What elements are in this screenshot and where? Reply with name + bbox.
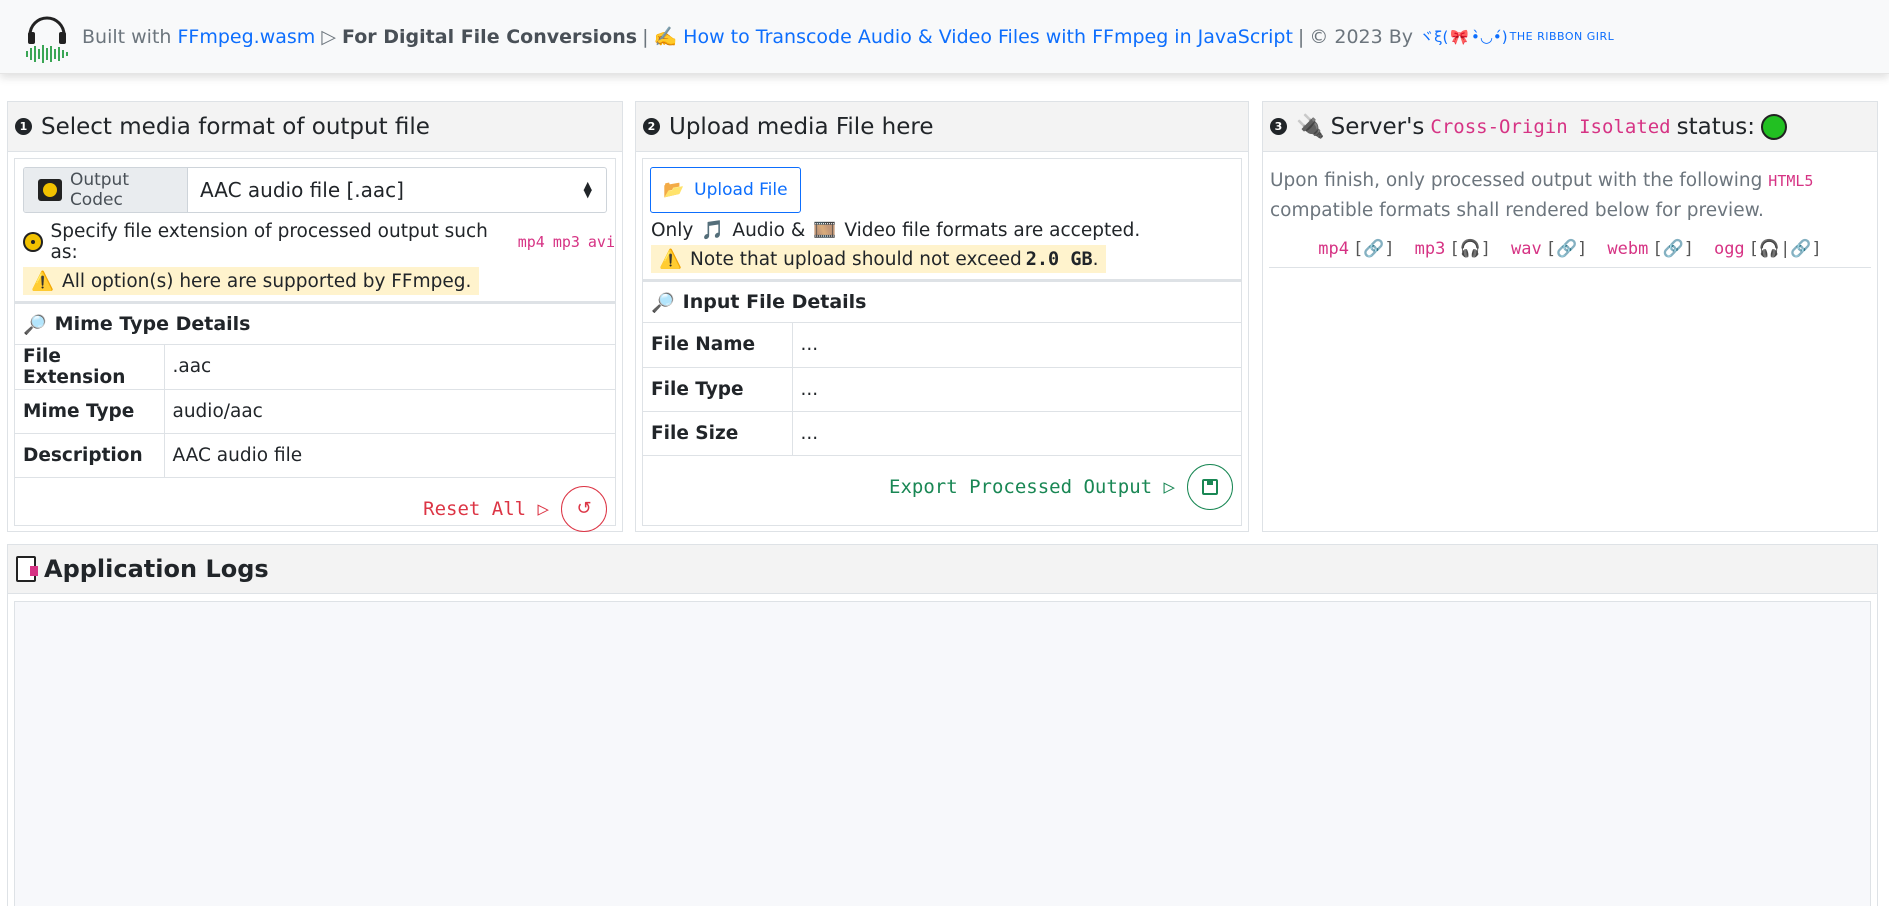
output-format-panel: 1 Select media format of output file Out…	[7, 101, 623, 532]
document-icon	[16, 556, 38, 582]
support-note: ⚠️ All option(s) here are supported by F…	[23, 267, 480, 295]
output-codec-select-group: Output Codec AAC audio file [.aac] ▲ ▼	[23, 167, 607, 213]
row-value: audio/aac	[164, 389, 615, 434]
film-icon: 🎞️	[813, 220, 837, 241]
format-list: mp4 [🔗] mp3 [🎧] wav [🔗] webm [🔗] ogg [🎧|…	[1269, 225, 1871, 268]
table-row: File Extension .aac	[15, 345, 615, 390]
preview-panel: 3 🔌 Server's Cross-Origin Isolated statu…	[1262, 101, 1878, 532]
format-item: ogg [🎧|🔗]	[1713, 239, 1822, 259]
row-key: File Extension	[15, 345, 165, 390]
format-item: mp4 [🔗]	[1318, 239, 1395, 259]
export-row: Export Processed Output ▷	[643, 456, 1241, 518]
table-row: File Type ...	[643, 367, 1241, 412]
format-item: wav [🔗]	[1511, 239, 1588, 259]
status-indicator	[1761, 113, 1788, 140]
output-format-card: Output Codec AAC audio file [.aac] ▲ ▼ Sp…	[14, 158, 616, 532]
ext-example: avi	[587, 233, 615, 251]
panel-header: 1 Select media format of output file	[8, 102, 622, 152]
upload-card: 📂 Upload File Only 🎵 Audio & 🎞️ Video fi…	[642, 158, 1242, 526]
row-value: ...	[792, 367, 1241, 412]
input-details-table: File Name ... File Type ... File Size ..…	[643, 323, 1241, 456]
extension-hint: Specify file extension of processed outp…	[15, 221, 615, 263]
reset-button[interactable]: ↺	[561, 485, 607, 532]
preview-description: Upon finish, only processed output with …	[1270, 170, 1814, 221]
accepted-formats-text: Only 🎵 Audio & 🎞️ Video file formats are…	[651, 219, 1141, 242]
arrow-glyph: ▷	[321, 25, 336, 48]
author-link[interactable]: ヾξ( 🎀 •̀◡•́) THE RIBBON GIRL	[1419, 26, 1614, 47]
built-with-text: Built with	[82, 25, 172, 48]
author-kaomoji-end: •̀◡•́)	[1470, 27, 1508, 46]
save-icon	[1202, 478, 1218, 495]
row-value: ...	[792, 411, 1241, 456]
table-row: File Name ...	[643, 323, 1241, 368]
step-number-badge: 2	[643, 118, 660, 135]
pencil-icon: ✍️	[653, 26, 678, 48]
logs-title: Application Logs	[44, 555, 269, 583]
tagline-text: For Digital File Conversions	[342, 25, 638, 48]
top-bar: Built with FFmpeg.wasm ▷ For Digital Fil…	[0, 0, 1889, 74]
ffmpeg-wasm-link[interactable]: FFmpeg.wasm	[177, 26, 315, 48]
folder-icon: 📂	[663, 180, 685, 200]
row-value: .aac	[164, 345, 615, 390]
panel-title: Select media format of output file	[41, 113, 430, 140]
bullet-dot-icon	[23, 232, 43, 252]
panel-header: 2 Upload media File here	[636, 102, 1248, 152]
table-row: Mime Type audio/aac	[15, 389, 615, 434]
warning-icon: ⚠️	[31, 271, 55, 292]
html5-code: HTML5	[1768, 172, 1814, 190]
author-kaomoji-start: ヾξ(	[1419, 28, 1449, 46]
selected-codec: AAC audio file [.aac]	[200, 178, 404, 202]
warning-icon: ⚠️	[659, 249, 683, 270]
music-note-icon: 🎵	[701, 220, 725, 241]
application-logs-panel: Application Logs	[7, 544, 1878, 906]
ribbon-icon: 🎀	[1450, 27, 1469, 46]
logs-output-area[interactable]	[14, 601, 1871, 906]
row-value: AAC audio file	[164, 433, 615, 478]
article-link[interactable]: How to Transcode Audio & Video Files wit…	[683, 26, 1293, 48]
table-row: File Size ...	[643, 411, 1241, 456]
format-item: webm [🔗]	[1607, 239, 1694, 259]
upload-panel: 2 Upload media File here 📂 Upload File O…	[635, 101, 1249, 532]
upload-file-button[interactable]: 📂 Upload File	[650, 167, 801, 213]
row-key: File Type	[643, 367, 793, 412]
export-output-label[interactable]: Export Processed Output ▷	[889, 476, 1175, 498]
reset-row: Reset All ▷ ↺	[15, 478, 615, 540]
output-codec-select[interactable]: AAC audio file [.aac] ▲ ▼	[188, 168, 606, 212]
table-row: Description AAC audio file	[15, 433, 615, 478]
cross-origin-code: Cross-Origin Isolated	[1430, 115, 1671, 138]
row-key: File Size	[643, 411, 793, 456]
magnifier-icon: 🔎	[651, 291, 675, 314]
panel-title: Upload media File here	[669, 113, 934, 140]
panel-header: 3 🔌 Server's Cross-Origin Isolated statu…	[1263, 102, 1877, 152]
row-key: File Name	[643, 323, 793, 368]
magnifier-icon: 🔎	[23, 313, 47, 336]
input-details-heading: 🔎 Input File Details	[643, 279, 1241, 323]
row-key: Description	[15, 433, 165, 478]
output-codec-label: Output Codec	[24, 168, 188, 212]
select-arrows-icon: ▲ ▼	[583, 179, 592, 200]
row-value: ...	[792, 323, 1241, 368]
export-button[interactable]	[1187, 463, 1233, 510]
ext-example: mp3	[552, 233, 580, 251]
copyright-text: © 2023 By	[1309, 25, 1414, 48]
disc-icon	[38, 179, 62, 201]
separator: |	[1297, 25, 1305, 48]
step-number-badge: 1	[15, 118, 32, 135]
row-key: Mime Type	[15, 389, 165, 434]
format-item: mp3 [🎧]	[1414, 239, 1491, 259]
step-number-badge: 3	[1270, 118, 1287, 135]
mime-details-heading: 🔎 Mime Type Details	[15, 301, 615, 345]
plug-icon: 🔌	[1296, 114, 1325, 140]
upload-limit-note: ⚠️ Note that upload should not exceed 2.…	[651, 245, 1107, 273]
reset-all-label[interactable]: Reset All ▷	[423, 498, 549, 520]
ext-example: mp4	[517, 233, 545, 251]
upload-limit-value: 2.0 GB	[1025, 248, 1093, 270]
headphones-logo-icon	[26, 16, 68, 63]
logs-header: Application Logs	[8, 545, 1877, 594]
author-name: THE RIBBON GIRL	[1509, 30, 1615, 43]
mime-details-table: File Extension .aac Mime Type audio/aac …	[15, 345, 615, 478]
separator: |	[642, 25, 649, 48]
reset-icon: ↺	[576, 498, 592, 519]
